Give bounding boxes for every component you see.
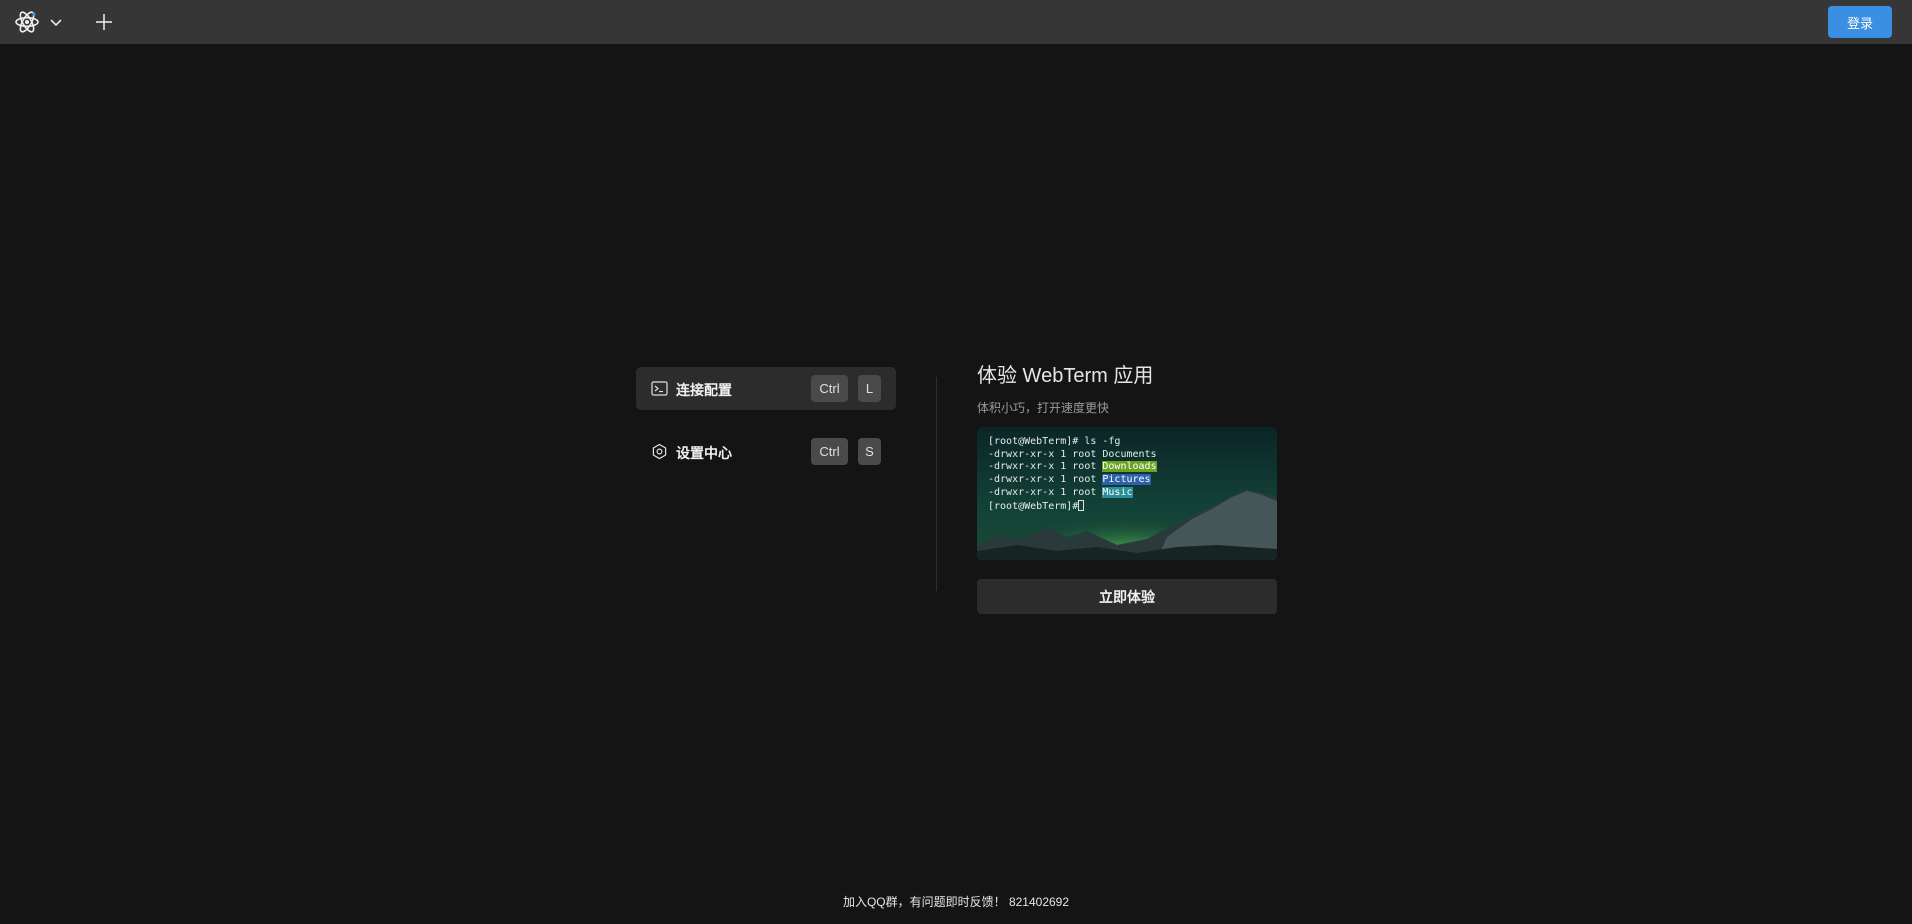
- terminal-row-perms: -drwxr-xr-x 1 root: [988, 474, 1103, 486]
- menu-item-label: 连接配置: [676, 382, 732, 398]
- menu-item-connection-config[interactable]: 连接配置 Ctrl L: [636, 367, 896, 410]
- terminal-last-prompt: [root@WebTerm]#: [988, 500, 1079, 512]
- top-bar: 登录: [0, 0, 1912, 44]
- menu-item-label: 设置中心: [676, 445, 732, 461]
- try-now-button[interactable]: 立即体验: [977, 579, 1277, 614]
- shortcut-key-ctrl: Ctrl: [811, 375, 848, 402]
- login-button[interactable]: 登录: [1828, 6, 1892, 38]
- shortcut-key-s: S: [858, 438, 881, 465]
- promo-title: 体验 WebTerm 应用: [977, 365, 1154, 387]
- terminal-preview-image: [root@WebTerm]# ls -fg -drwxr-xr-x 1 roo…: [977, 427, 1277, 560]
- gear-icon: [651, 443, 668, 460]
- quick-actions-menu: 连接配置 Ctrl L 设置中心 Ctrl S: [636, 367, 896, 493]
- menu-item-settings-center[interactable]: 设置中心 Ctrl S: [636, 430, 896, 473]
- atom-logo-icon[interactable]: [14, 9, 40, 35]
- terminal-row-name: Documents: [1102, 448, 1157, 460]
- shortcut-key-ctrl: Ctrl: [811, 438, 848, 465]
- panel-divider: [936, 377, 937, 591]
- terminal-sample: [root@WebTerm]# ls -fg -drwxr-xr-x 1 roo…: [988, 436, 1157, 513]
- footer-feedback-text: 加入QQ群，有问题即时反馈！ 821402692: [842, 895, 1070, 909]
- terminal-row-perms: -drwxr-xr-x 1 root: [988, 486, 1103, 498]
- terminal-row-name: Downloads: [1102, 461, 1157, 473]
- plus-icon[interactable]: [94, 12, 114, 32]
- terminal-row-perms: -drwxr-xr-x 1 root: [988, 461, 1103, 473]
- terminal-row-name: Music: [1102, 486, 1133, 498]
- terminal-row-perms: -drwxr-xr-x 1 root: [988, 448, 1103, 460]
- terminal-cursor: [1078, 499, 1085, 511]
- terminal-prompt-line: [root@WebTerm]# ls -fg: [988, 436, 1121, 447]
- chevron-down-icon[interactable]: [48, 14, 64, 30]
- webterm-promo: 体验 WebTerm 应用 体积小巧，打开速度更快 [root@WebTerm]…: [977, 362, 1277, 614]
- shortcut-key-l: L: [858, 375, 881, 402]
- terminal-icon: [651, 380, 668, 397]
- promo-subtitle: 体积小巧，打开速度更快: [977, 401, 1110, 415]
- terminal-row-name: Pictures: [1102, 474, 1151, 486]
